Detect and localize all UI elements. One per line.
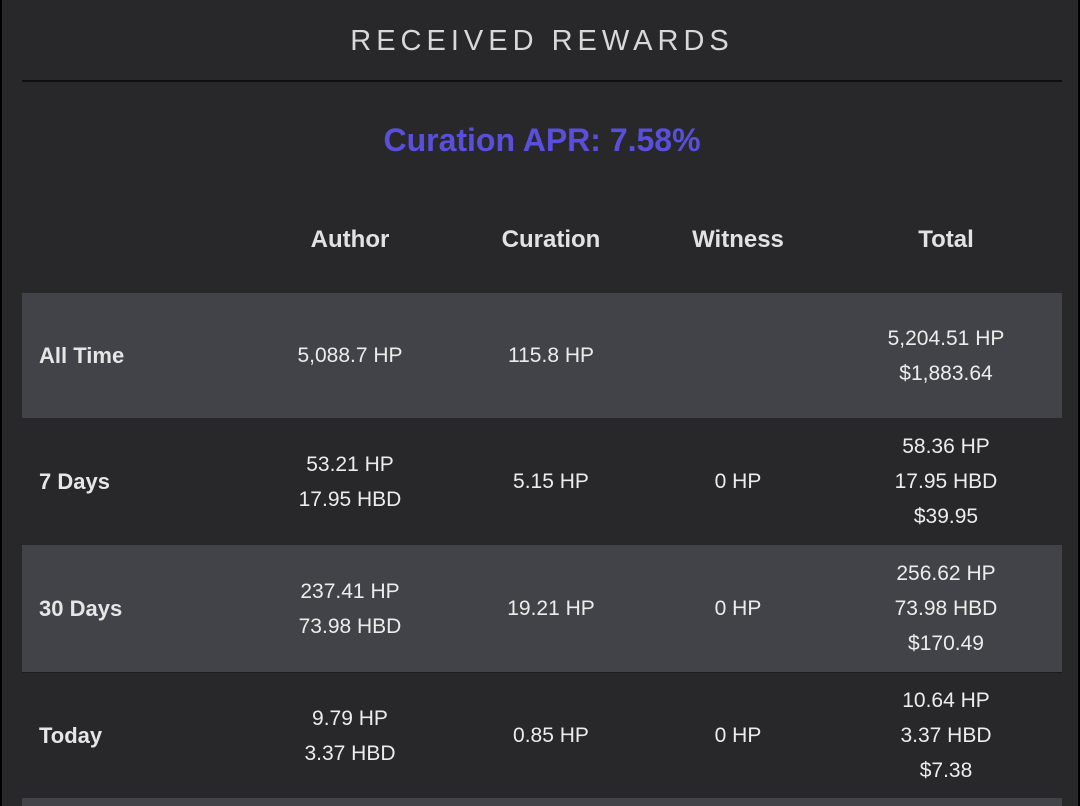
total-hp: 5,204.51 HP — [887, 326, 1005, 350]
total-hp: 58.36 HP — [902, 435, 990, 458]
table-row-all-time: All Time 5,088.7 HP 115.8 HP 5,204.51 HP… — [22, 293, 1062, 418]
total-hbd: 3.37 HBD — [900, 724, 992, 747]
total-usd: $170.49 — [908, 632, 984, 655]
total-cell: 5,204.51 HP $1,883.64 — [846, 293, 1046, 418]
curation-cell: 115.8 HP — [451, 293, 651, 418]
author-hp: 237.41 HP — [300, 579, 400, 603]
column-header-curation: Curation — [501, 226, 601, 253]
row-label: All Time — [39, 342, 125, 368]
author-hbd: 73.98 HBD — [298, 614, 402, 638]
author-hp: 9.79 HP — [312, 706, 388, 730]
curation-value: 5.15 HP — [513, 470, 589, 493]
author-cell: 53.21 HP 17.95 HBD — [250, 418, 450, 545]
witness-value: 0 HP — [714, 470, 762, 493]
next-row-partial — [22, 798, 1062, 806]
row-label: 7 Days — [39, 468, 110, 494]
curation-cell: 0.85 HP — [451, 673, 651, 798]
author-hbd: 3.37 HBD — [304, 741, 396, 765]
row-label: Today — [39, 722, 103, 748]
author-cell: 9.79 HP 3.37 HBD — [250, 673, 450, 798]
panel-header: RECEIVED REWARDS — [22, 0, 1062, 82]
total-hbd: 17.95 HBD — [894, 470, 998, 493]
witness-value: 0 HP — [714, 724, 762, 747]
witness-value: 0 HP — [714, 597, 762, 620]
total-cell: 58.36 HP 17.95 HBD $39.95 — [846, 418, 1046, 545]
total-hbd: 73.98 HBD — [894, 597, 998, 620]
column-header-author: Author — [310, 226, 390, 253]
curation-cell: 19.21 HP — [451, 545, 651, 672]
rewards-panel: RECEIVED REWARDS Curation APR: 7.58% Aut… — [0, 0, 1080, 806]
row-label: 30 Days — [39, 595, 123, 621]
panel-title: RECEIVED REWARDS — [350, 25, 734, 57]
total-cell: 10.64 HP 3.37 HBD $7.38 — [846, 673, 1046, 798]
author-hbd: 17.95 HBD — [298, 487, 402, 511]
curation-value: 19.21 HP — [507, 597, 595, 620]
column-header-total: Total — [918, 226, 974, 253]
table-row-7-days: 7 Days 53.21 HP 17.95 HBD 5.15 HP 0 HP 5… — [22, 418, 1062, 545]
author-cell: 237.41 HP 73.98 HBD — [250, 545, 450, 672]
curation-value: 115.8 HP — [508, 344, 594, 367]
author-hp: 53.21 HP — [306, 452, 394, 476]
witness-cell: 0 HP — [638, 673, 838, 798]
total-cell: 256.62 HP 73.98 HBD $170.49 — [846, 545, 1046, 672]
author-value: 5,088.7 HP — [297, 344, 403, 367]
total-usd: $39.95 — [913, 505, 979, 528]
author-cell: 5,088.7 HP — [250, 293, 450, 418]
column-header-witness: Witness — [692, 226, 784, 253]
witness-cell: 0 HP — [638, 545, 838, 672]
total-hp: 256.62 HP — [896, 562, 996, 585]
total-usd: $7.38 — [919, 759, 973, 782]
total-usd: $1,883.64 — [899, 361, 993, 385]
curation-cell: 5.15 HP — [451, 418, 651, 545]
witness-cell — [638, 293, 838, 418]
table-row-today: Today 9.79 HP 3.37 HBD 0.85 HP 0 HP 10.6… — [22, 672, 1062, 798]
table-row-30-days: 30 Days 237.41 HP 73.98 HBD 19.21 HP 0 H… — [22, 545, 1062, 672]
total-hp: 10.64 HP — [902, 689, 990, 712]
curation-value: 0.85 HP — [513, 724, 589, 747]
witness-cell: 0 HP — [638, 418, 838, 545]
curation-apr: Curation APR: 7.58% — [383, 122, 701, 158]
